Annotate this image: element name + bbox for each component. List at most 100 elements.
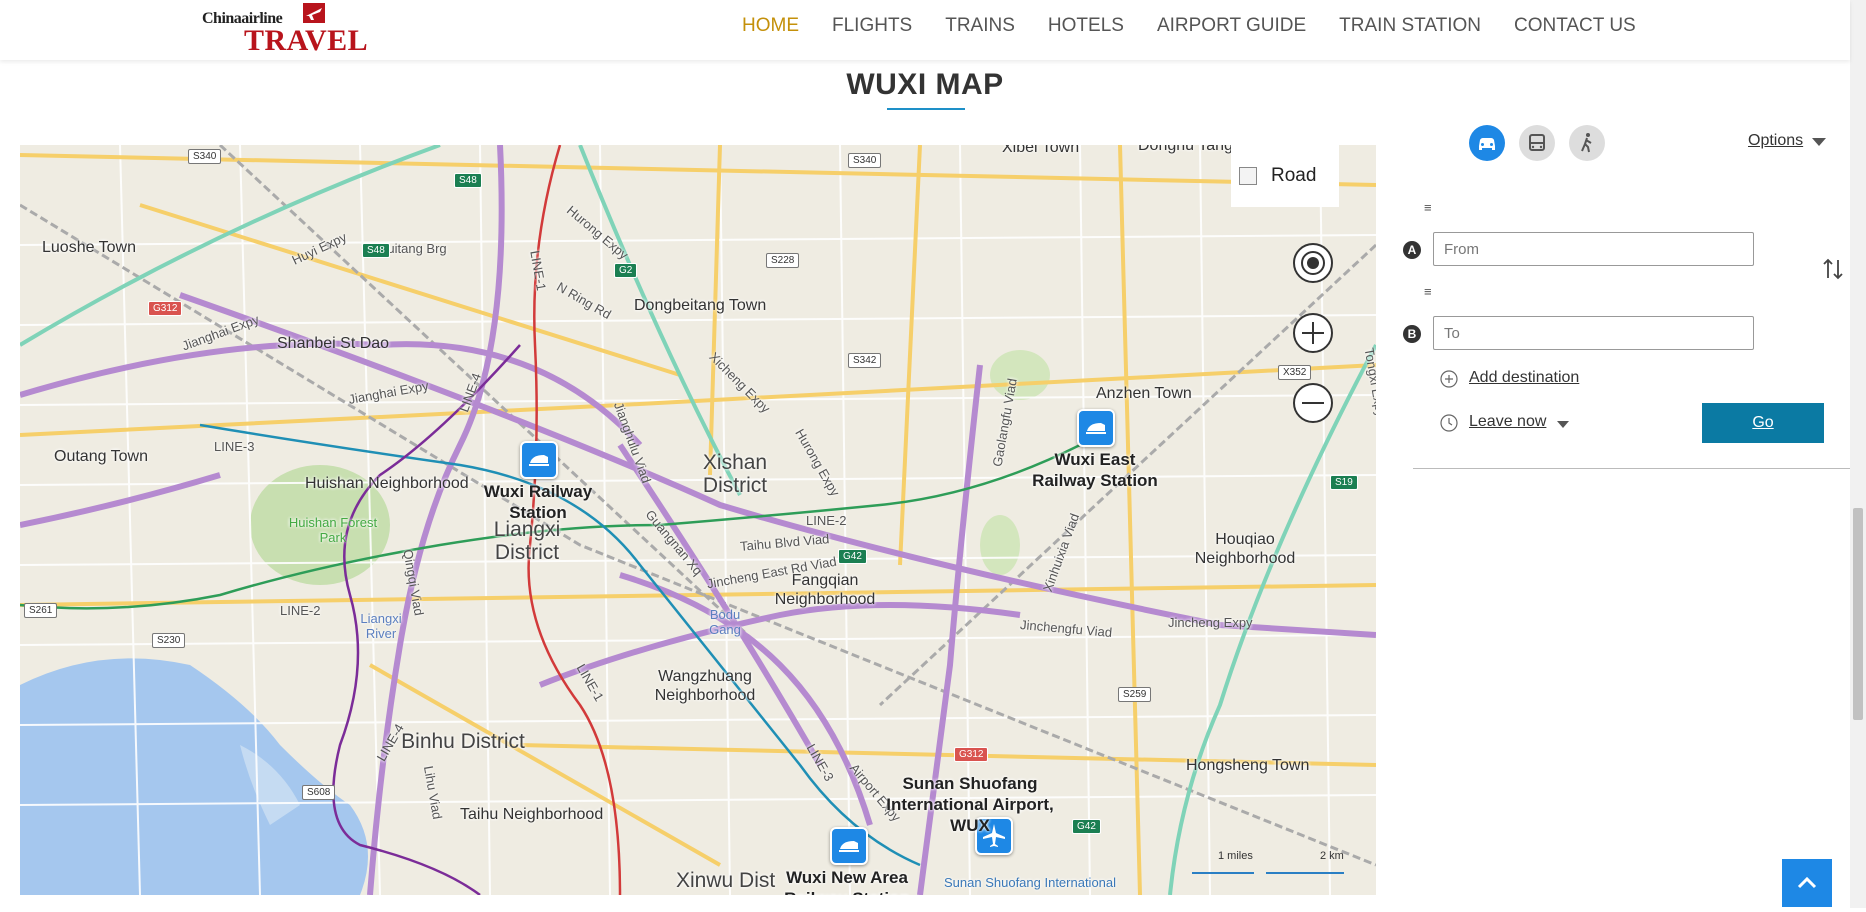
map-layer-icon bbox=[1239, 167, 1257, 185]
train-icon bbox=[1086, 423, 1106, 434]
mode-transit-button[interactable] bbox=[1519, 125, 1555, 161]
logo-plane-icon bbox=[303, 3, 325, 23]
shield-s340-b: S340 bbox=[848, 153, 882, 168]
label-anzhen-town: Anzhen Town bbox=[1096, 385, 1192, 402]
mode-drive-button[interactable] bbox=[1469, 125, 1505, 161]
train-icon bbox=[529, 455, 549, 466]
shield-g42-b: G42 bbox=[1072, 819, 1101, 834]
label-xishan-district: Xishan District bbox=[702, 451, 768, 497]
shield-s340: S340 bbox=[188, 149, 222, 164]
site-header: Chinaairline TRAVEL HOME FLIGHTS TRAINS … bbox=[0, 0, 1850, 60]
nav-trains[interactable]: TRAINS bbox=[945, 14, 1015, 38]
go-button[interactable]: Go bbox=[1702, 403, 1824, 443]
bus-icon bbox=[1519, 125, 1555, 161]
label-luoshe-town: Luoshe Town bbox=[42, 239, 136, 256]
scrollbar-thumb[interactable] bbox=[1853, 508, 1863, 720]
map-base-layer bbox=[20, 145, 1376, 895]
shield-s259: S259 bbox=[1118, 687, 1152, 702]
minus-icon bbox=[1302, 402, 1324, 404]
drag-handle-icon[interactable]: ≡ bbox=[1424, 201, 1432, 214]
shield-s261: S261 bbox=[24, 603, 58, 618]
label-liangxi-district: Liangxi District bbox=[493, 518, 561, 564]
label-wuxi-railway-station: Wuxi Railway Station bbox=[483, 482, 593, 522]
label-liangxi-river: Liangxi River bbox=[360, 611, 402, 641]
label-hongsheng-town: Hongsheng Town bbox=[1186, 757, 1310, 774]
panel-divider bbox=[1413, 468, 1853, 469]
to-input[interactable] bbox=[1433, 316, 1754, 350]
walk-icon bbox=[1569, 125, 1605, 161]
leave-now-chevron-down-icon bbox=[1557, 421, 1569, 428]
label-sunan-shuofang-airport: Sunan Shuofang International Airport, WU… bbox=[886, 774, 1054, 835]
car-icon bbox=[1469, 125, 1505, 161]
zoom-out-button[interactable] bbox=[1293, 383, 1333, 423]
label-taihu-neighborhood: Taihu Neighborhood bbox=[460, 806, 604, 823]
label-line-2b: LINE-2 bbox=[280, 603, 321, 618]
label-wangzhuang-neighborhood: Wangzhuang Neighborhood bbox=[654, 668, 756, 704]
waypoint-a-badge: A bbox=[1403, 241, 1421, 259]
label-xibei-town: Xibei Town bbox=[1002, 145, 1080, 156]
label-dongbeitang-town: Dongbeitang Town bbox=[634, 297, 767, 314]
shield-s228: S228 bbox=[766, 253, 800, 268]
from-input[interactable] bbox=[1433, 232, 1754, 266]
scale-km-bar bbox=[1266, 872, 1344, 874]
label-shanbei-st-dao: Shanbei St Dao bbox=[277, 335, 390, 352]
options-toggle[interactable]: Options bbox=[1748, 132, 1803, 150]
add-circle-icon bbox=[1440, 370, 1458, 388]
scale-km-label: 2 km bbox=[1320, 850, 1344, 862]
locate-icon bbox=[1301, 251, 1325, 275]
zoom-in-button[interactable] bbox=[1293, 313, 1333, 353]
label-huishan-forest-park: Huishan Forest Park bbox=[288, 515, 378, 545]
pin-wuxi-east-railway-station[interactable] bbox=[1077, 409, 1115, 447]
label-line-3: LINE-3 bbox=[214, 439, 255, 454]
options-chevron-down-icon bbox=[1812, 138, 1826, 146]
mode-walk-button[interactable] bbox=[1569, 125, 1605, 161]
shield-s19: S19 bbox=[1330, 475, 1358, 490]
nav-home[interactable]: HOME bbox=[742, 14, 799, 38]
label-line-2: LINE-2 bbox=[806, 513, 847, 528]
shield-g42: G42 bbox=[838, 549, 867, 564]
page-scrollbar[interactable] bbox=[1850, 0, 1866, 908]
plus-icon bbox=[1302, 322, 1324, 344]
shield-s342: S342 bbox=[848, 353, 882, 368]
shield-g312-b: G312 bbox=[954, 747, 989, 762]
shield-s48-b: S48 bbox=[362, 243, 390, 258]
title-underline bbox=[887, 108, 965, 110]
label-outang-town: Outang Town bbox=[54, 448, 148, 465]
label-houqiao-neighborhood: Houqiao Neighborhood bbox=[1194, 531, 1296, 567]
logo-text-big: TRAVEL bbox=[244, 24, 369, 57]
label-airport-small: Sunan Shuofang International bbox=[944, 875, 1117, 890]
back-to-top-button[interactable] bbox=[1782, 859, 1832, 907]
add-destination-link[interactable]: Add destination bbox=[1469, 369, 1579, 387]
page-title: WUXI MAP bbox=[846, 68, 1004, 101]
site-logo[interactable]: Chinaairline TRAVEL bbox=[202, 2, 368, 57]
map-canvas[interactable]: Xibei Town Donghu Tang Town Luoshe Town … bbox=[20, 145, 1376, 895]
shield-s230: S230 bbox=[152, 633, 186, 648]
nav-contact-us[interactable]: CONTACT US bbox=[1514, 14, 1636, 38]
main-nav: HOME FLIGHTS TRAINS HOTELS AIRPORT GUIDE… bbox=[742, 14, 1669, 38]
shield-g2: G2 bbox=[614, 263, 638, 278]
nav-hotels[interactable]: HOTELS bbox=[1048, 14, 1124, 38]
shield-x352: X352 bbox=[1278, 365, 1312, 380]
pin-wuxi-railway-station[interactable] bbox=[520, 441, 558, 479]
scale-miles-label: 1 miles bbox=[1218, 850, 1253, 862]
train-icon bbox=[839, 841, 859, 852]
shield-s48: S48 bbox=[454, 173, 482, 188]
nav-flights[interactable]: FLIGHTS bbox=[832, 14, 912, 38]
leave-now-select[interactable]: Leave now bbox=[1469, 413, 1546, 431]
label-wuxi-new-area-railway-station: Wuxi New Area Railway Station bbox=[784, 868, 910, 895]
locate-me-button[interactable] bbox=[1293, 243, 1333, 283]
label-wuxi-east-railway-station: Wuxi East Railway Station bbox=[1032, 450, 1158, 490]
nav-train-station[interactable]: TRAIN STATION bbox=[1339, 14, 1481, 38]
label-bodu-gang: Bodu Gang bbox=[709, 607, 741, 637]
map-layer-toggle[interactable]: Road bbox=[1231, 145, 1339, 207]
drag-handle-icon-2[interactable]: ≡ bbox=[1424, 285, 1432, 298]
chevron-up-icon bbox=[1797, 876, 1817, 889]
nav-airport-guide[interactable]: AIRPORT GUIDE bbox=[1157, 14, 1306, 38]
label-jincheng-expy: Jincheng Expy bbox=[1168, 615, 1253, 630]
swap-arrows-icon[interactable] bbox=[1822, 256, 1844, 282]
label-huishan-neighborhood: Huishan Neighborhood bbox=[305, 475, 469, 492]
pin-wuxi-new-area-railway-station[interactable] bbox=[830, 827, 868, 865]
shield-s608: S608 bbox=[302, 785, 336, 800]
scale-miles-bar bbox=[1192, 872, 1254, 874]
shield-g312: G312 bbox=[148, 301, 183, 316]
